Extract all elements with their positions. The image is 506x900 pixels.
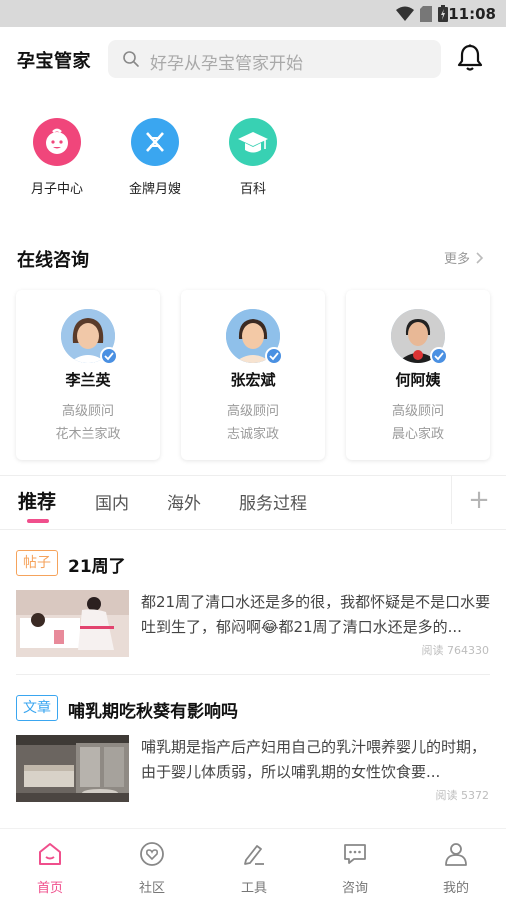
more-label: 更多 <box>443 252 470 267</box>
tab-recommend[interactable]: 推荐 <box>18 487 56 514</box>
add-tab-button[interactable]: + <box>451 476 506 524</box>
wifi-icon <box>396 6 414 21</box>
chevron-right-icon <box>476 251 484 264</box>
bell-icon[interactable] <box>457 44 483 72</box>
status-bar: 11:08 <box>0 0 506 27</box>
verified-badge-icon <box>100 347 118 365</box>
community-heart-icon <box>140 842 164 866</box>
advisor-name: 张宏斌 <box>230 371 276 389</box>
advisor-company: 花木兰家政 <box>55 427 121 442</box>
bottom-navigation: 首页 社区 工具 咨询 我的 <box>0 828 506 900</box>
divider <box>0 529 506 530</box>
advisor-role: 高级顾问 <box>226 404 279 419</box>
category-encyclopedia[interactable]: 百科 <box>213 118 293 197</box>
nav-home[interactable]: 首页 <box>15 841 85 896</box>
post-title: 21周了 <box>68 557 126 577</box>
verified-badge-icon <box>265 347 283 365</box>
verified-badge-icon <box>430 347 448 365</box>
post-type-badge: 文章 <box>16 695 58 721</box>
baby-face-icon <box>33 118 81 166</box>
profile-icon <box>445 843 467 866</box>
advisor-card[interactable]: 何阿姨 高级顾问 晨心家政 <box>346 290 490 460</box>
tools-pen-icon <box>244 845 264 865</box>
nav-label: 社区 <box>138 881 165 896</box>
advisor-role: 高级顾问 <box>391 404 444 419</box>
advisor-card[interactable]: 李兰英 高级顾问 花木兰家政 <box>16 290 160 460</box>
tab-service-process[interactable]: 服务过程 <box>239 489 307 514</box>
category-nanny[interactable]: 金牌月嫂 <box>115 118 195 197</box>
category-shortcuts: 月子中心 金牌月嫂 百科 <box>0 118 506 208</box>
app-title: 孕宝管家 <box>17 51 91 72</box>
post-title: 哺乳期吃秋葵有影响吗 <box>68 702 238 722</box>
category-label: 金牌月嫂 <box>128 182 181 197</box>
home-icon <box>39 843 61 865</box>
category-label: 月子中心 <box>30 182 83 197</box>
feed-post[interactable]: 帖子 21周了 都21周了清口水还是多的很，我都怀疑是不是口水要吐到生了，郁闷啊… <box>0 550 506 660</box>
status-icons <box>396 5 448 22</box>
nav-label: 咨询 <box>341 881 368 896</box>
post-thumbnail <box>16 590 129 657</box>
nav-label: 我的 <box>442 881 469 896</box>
nav-community[interactable]: 社区 <box>117 841 187 896</box>
advisor-company: 晨心家政 <box>391 427 444 442</box>
nav-tools[interactable]: 工具 <box>219 841 289 896</box>
search-input[interactable]: 好孕从孕宝管家开始 <box>108 40 441 78</box>
search-placeholder: 好孕从孕宝管家开始 <box>150 54 303 74</box>
consult-more-link[interactable]: 更多 <box>444 248 484 267</box>
chat-bubble-icon <box>344 844 366 864</box>
status-time: 11:08 <box>448 5 496 23</box>
nav-label: 首页 <box>36 881 63 896</box>
post-read-count: 阅读 764330 <box>421 644 490 657</box>
sim-card-icon <box>420 5 432 22</box>
header: 孕宝管家 好孕从孕宝管家开始 <box>0 27 506 93</box>
advisor-company: 志诚家政 <box>226 427 279 442</box>
post-thumbnail <box>16 735 129 802</box>
tab-domestic[interactable]: 国内 <box>95 489 129 514</box>
feed-tabs: 推荐 国内 海外 服务过程 + <box>0 476 506 528</box>
advisor-card[interactable]: 张宏斌 高级顾问 志诚家政 <box>181 290 325 460</box>
feed-post[interactable]: 文章 哺乳期吃秋葵有影响吗 哺乳期是指产后产妇用自己的乳汁喂养婴儿的时期，由于婴… <box>0 695 506 805</box>
nav-profile[interactable]: 我的 <box>421 841 491 896</box>
tab-overseas[interactable]: 海外 <box>167 489 201 514</box>
battery-icon <box>438 5 448 22</box>
graduation-cap-icon <box>229 118 277 166</box>
advisor-list: 李兰英 高级顾问 花木兰家政 张宏斌 高级顾问 志诚家政 何阿姨 高级顾问 晨心… <box>16 290 492 460</box>
dna-strand-icon <box>131 118 179 166</box>
nav-label: 工具 <box>240 881 267 896</box>
category-confinement-center[interactable]: 月子中心 <box>17 118 97 197</box>
category-label: 百科 <box>239 182 266 197</box>
active-tab-indicator <box>27 519 49 523</box>
advisor-name: 李兰英 <box>65 371 111 389</box>
search-icon <box>123 51 139 67</box>
post-excerpt: 哺乳期是指产后产妇用自己的乳汁喂养婴儿的时期，由于婴儿体质弱，所以哺乳期的女性饮… <box>141 738 487 781</box>
nav-consult[interactable]: 咨询 <box>320 841 390 896</box>
advisor-name: 何阿姨 <box>395 371 441 389</box>
divider <box>16 674 490 675</box>
consult-section-title: 在线咨询 <box>17 250 89 271</box>
advisor-role: 高级顾问 <box>61 404 114 419</box>
post-type-badge: 帖子 <box>16 550 58 576</box>
post-read-count: 阅读 5372 <box>435 789 490 802</box>
post-excerpt: 都21周了清口水还是多的很，我都怀疑是不是口水要吐到生了，郁闷啊😂都21周了清口… <box>141 593 491 636</box>
